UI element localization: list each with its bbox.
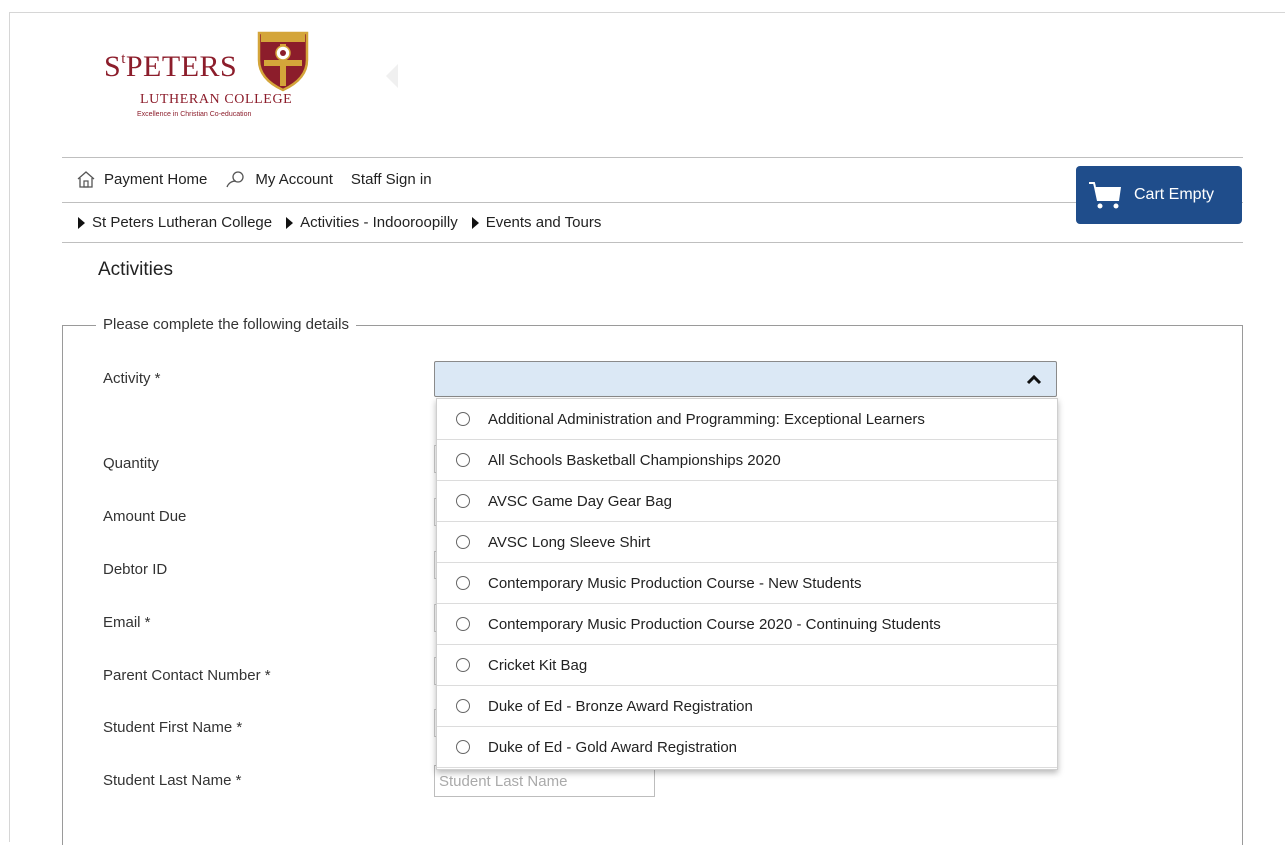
amount-due-label: Amount Due [103, 508, 187, 525]
fieldset-legend: Please complete the following details [96, 316, 356, 333]
logo-tagline: Excellence in Christian Co-education [137, 111, 252, 118]
activity-option[interactable]: Contemporary Music Production Course 202… [437, 604, 1057, 645]
nav-label: My Account [255, 170, 333, 188]
radio-icon [456, 453, 470, 467]
radio-icon [456, 617, 470, 631]
activity-option[interactable]: All Schools Basketball Championships 202… [437, 440, 1057, 481]
parent-contact-label: Parent Contact Number * [103, 667, 271, 684]
activity-option[interactable]: AVSC Game Day Gear Bag [437, 481, 1057, 522]
divider [62, 242, 1243, 243]
breadcrumb-item[interactable]: Activities - Indooroopilly [286, 214, 458, 231]
activity-option[interactable]: Cricket Kit Bag [437, 645, 1057, 686]
caret-right-icon [471, 216, 479, 229]
chevron-up-icon [1026, 374, 1042, 385]
nav-my-account[interactable]: My Account [225, 170, 333, 188]
radio-icon [456, 658, 470, 672]
page-title: Activities [98, 259, 173, 280]
cart-icon [1089, 182, 1121, 209]
breadcrumb: St Peters Lutheran College Activities - … [78, 214, 615, 231]
top-nav: Payment Home My Account Staff Sign in [76, 170, 450, 188]
radio-icon [456, 535, 470, 549]
caret-right-icon [78, 216, 85, 229]
radio-icon [456, 412, 470, 426]
cart-button[interactable]: Cart Empty [1076, 166, 1242, 224]
activity-select[interactable] [434, 361, 1057, 397]
student-last-name-label: Student Last Name * [103, 772, 242, 789]
logo-subtitle: LUTHERAN COLLEGE [140, 92, 293, 107]
nav-label: Staff Sign in [350, 170, 432, 188]
debtor-id-label: Debtor ID [103, 561, 168, 578]
crest-icon [257, 31, 309, 92]
breadcrumb-item[interactable]: Events and Tours [471, 214, 601, 231]
activity-option[interactable]: AVSC Long Sleeve Shirt [437, 522, 1057, 563]
user-icon [226, 171, 245, 188]
quantity-label: Quantity [103, 455, 159, 472]
activity-dropdown: Additional Administration and Programmin… [436, 398, 1058, 770]
activity-option[interactable]: Duke of Ed - Bronze Award Registration [437, 686, 1057, 727]
home-icon [77, 171, 95, 188]
activity-label: Activity * [103, 370, 161, 387]
logo-name: StPETERS [104, 50, 238, 83]
email-label: Email * [103, 614, 151, 631]
nav-staff-sign-in[interactable]: Staff Sign in [351, 171, 432, 188]
activity-option[interactable]: Duke of Ed - Gold Award Registration [437, 727, 1057, 768]
collapse-arrow-icon[interactable] [386, 64, 398, 88]
radio-icon [456, 494, 470, 508]
radio-icon [456, 576, 470, 590]
breadcrumb-item[interactable]: St Peters Lutheran College [78, 214, 272, 231]
nav-label: Payment Home [104, 170, 208, 188]
divider [62, 157, 1243, 158]
student-first-name-label: Student First Name * [103, 719, 243, 736]
cart-label: Cart Empty [1134, 186, 1215, 203]
activity-option[interactable]: Contemporary Music Production Course - N… [437, 563, 1057, 604]
college-logo[interactable]: StPETERS LUTHERAN COLLEGE Excellence in … [104, 28, 314, 128]
divider [62, 202, 1243, 203]
radio-icon [456, 740, 470, 754]
nav-payment-home[interactable]: Payment Home [76, 170, 207, 188]
radio-icon [456, 699, 470, 713]
caret-right-icon [286, 216, 294, 229]
activity-option[interactable]: Additional Administration and Programmin… [437, 399, 1057, 440]
